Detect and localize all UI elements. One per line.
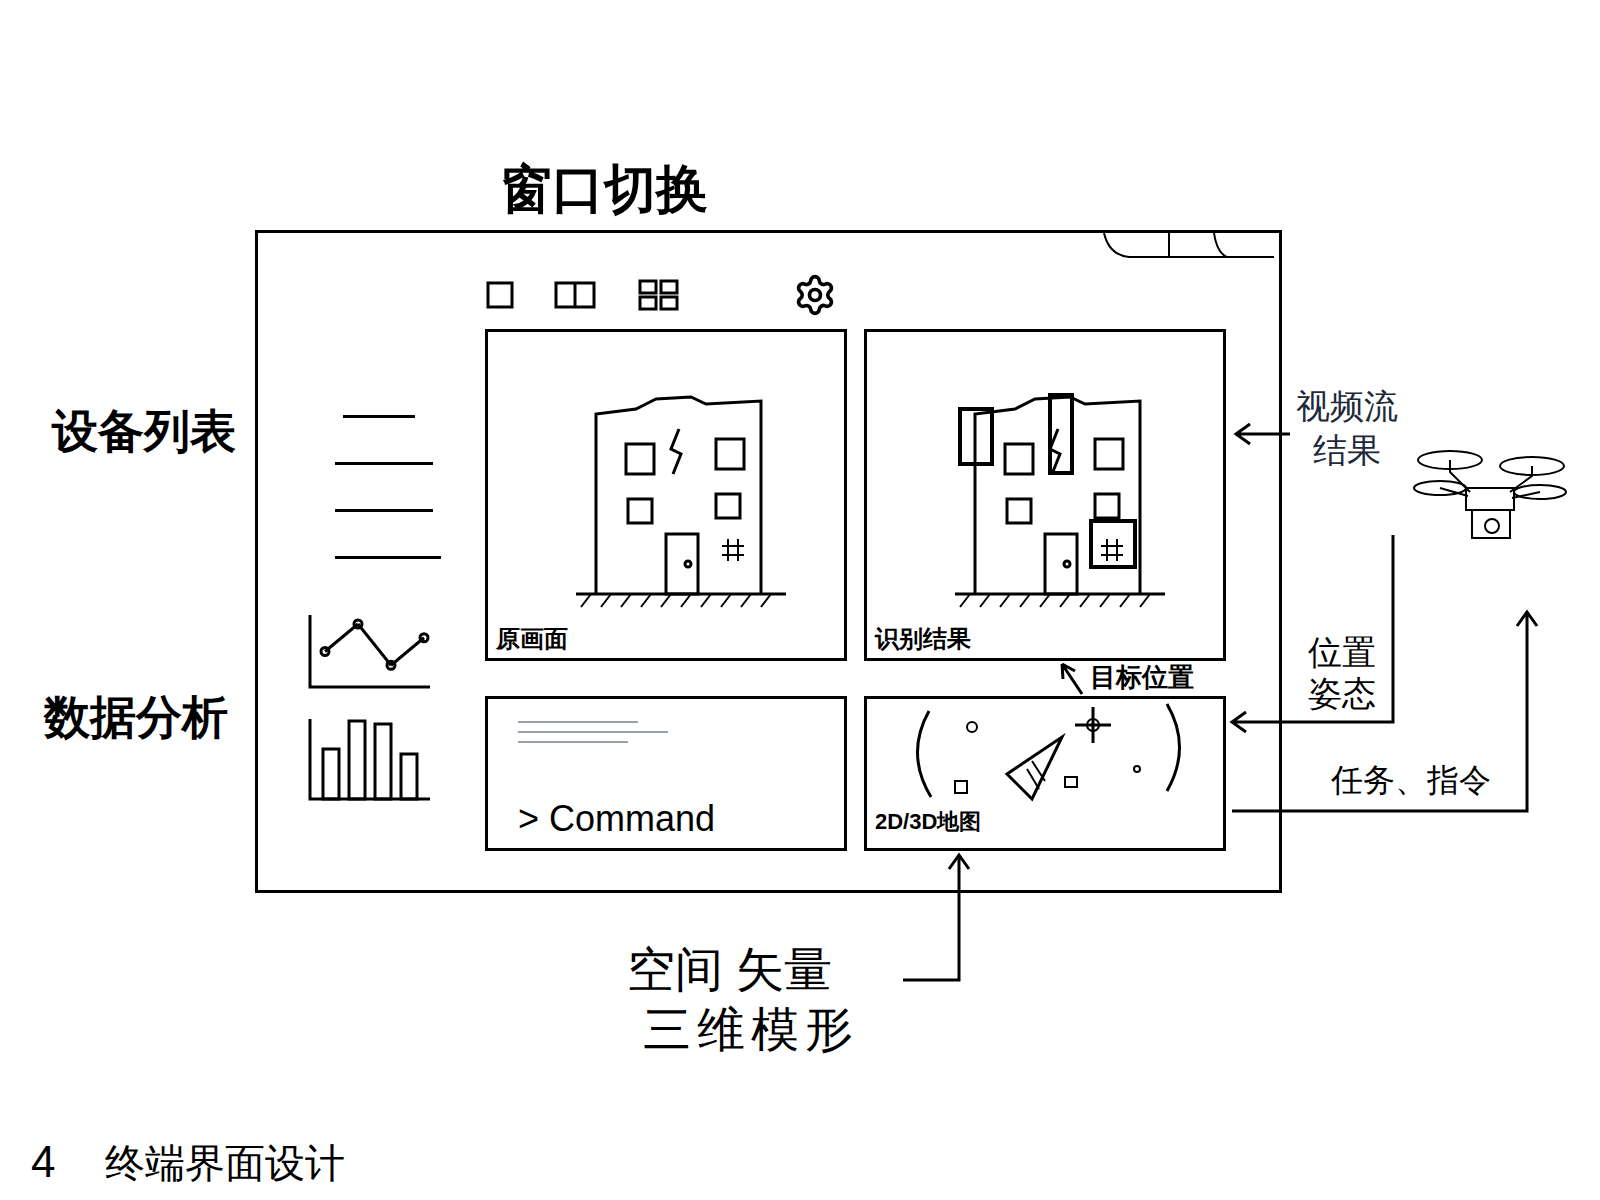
chart-line [325, 624, 358, 652]
main-area: 原画面 识别结果 > Command 2D/3D地图 [485, 233, 1226, 890]
panel-label: 识别结果 [867, 625, 979, 658]
map-icon [867, 699, 1223, 809]
chart-line [358, 624, 391, 665]
chart-point [420, 634, 428, 642]
device-list-item[interactable] [335, 556, 441, 559]
two-column-layout-icon[interactable] [553, 280, 597, 310]
history-line [518, 721, 638, 723]
video-stream-annotation: 视频流结果 [1296, 384, 1398, 472]
chart-bar [323, 749, 339, 799]
command-history [518, 721, 814, 743]
chart-point [387, 661, 395, 669]
sidebar [305, 233, 485, 890]
device-list-item[interactable] [343, 415, 415, 418]
target-position-annotation: 目标位置 [1090, 662, 1194, 693]
chart-bar [349, 721, 365, 799]
caption-number: 4 [31, 1136, 55, 1189]
device-list-annotation: 设备列表 [52, 404, 236, 459]
chart-bar [375, 724, 391, 799]
history-line [518, 741, 628, 743]
map-panel[interactable]: 2D/3D地图 [864, 696, 1226, 851]
bar-chart [305, 715, 435, 803]
annotation-line: 结果 [1313, 428, 1381, 472]
caption: 4 终端界面设计 [31, 1136, 345, 1189]
layout-toolbar [485, 275, 1226, 315]
panel-label: 原画面 [488, 625, 576, 658]
task-command-annotation: 任务、指令 [1331, 764, 1491, 796]
terminal-frame: 原画面 识别结果 > Command 2D/3D地图 [255, 230, 1282, 893]
annotation-line: 位置 [1308, 632, 1376, 673]
annotation-line: 视频流 [1296, 384, 1398, 428]
annotation-line: 三维模形 [643, 1000, 859, 1060]
device-list [305, 415, 485, 559]
panel-grid: 原画面 识别结果 > Command 2D/3D地图 [485, 329, 1226, 851]
panel-label: 2D/3D地图 [867, 809, 1223, 835]
chart-point [354, 620, 362, 628]
spatial-annotation: 空间 矢量三维模形 [627, 940, 859, 1060]
device-list-item[interactable] [335, 462, 433, 465]
pose-annotation: 位置姿态 [1308, 632, 1376, 714]
settings-gear-icon[interactable] [793, 273, 837, 317]
command-panel[interactable]: > Command [485, 696, 847, 851]
drone-icon [1410, 440, 1570, 560]
device-list-item[interactable] [335, 509, 433, 512]
recognition-result-panel[interactable]: 识别结果 [864, 329, 1226, 661]
history-line [518, 731, 668, 733]
line-chart [305, 611, 435, 693]
bar-chart-box [305, 715, 485, 803]
chart-axis [310, 719, 430, 799]
caption-text: 终端界面设计 [105, 1139, 345, 1187]
single-layout-icon[interactable] [485, 280, 515, 310]
original-video-panel[interactable]: 原画面 [485, 329, 847, 661]
building-frame-icon [516, 349, 816, 609]
detection-frame-icon [895, 349, 1195, 609]
grid-layout-icon[interactable] [637, 278, 681, 312]
line-chart-box [305, 611, 485, 693]
sketch-canvas: 窗口切换设备列表数据分析 原画面 识别结果 > Command 2D/3D地图 目标位置 视… [0, 0, 1600, 1200]
annotation-line: 姿态 [1308, 673, 1376, 714]
chart-bar [401, 754, 417, 799]
annotation-line: 空间 矢量 [627, 940, 859, 1000]
window-controls-icon[interactable] [1099, 233, 1279, 259]
command-prompt[interactable]: > Command [518, 797, 814, 840]
chart-axis [310, 615, 430, 687]
chart-line [391, 638, 424, 666]
window-title: 窗口切换 [500, 158, 708, 220]
chart-point [321, 648, 329, 656]
data-analysis-annotation: 数据分析 [44, 690, 228, 745]
